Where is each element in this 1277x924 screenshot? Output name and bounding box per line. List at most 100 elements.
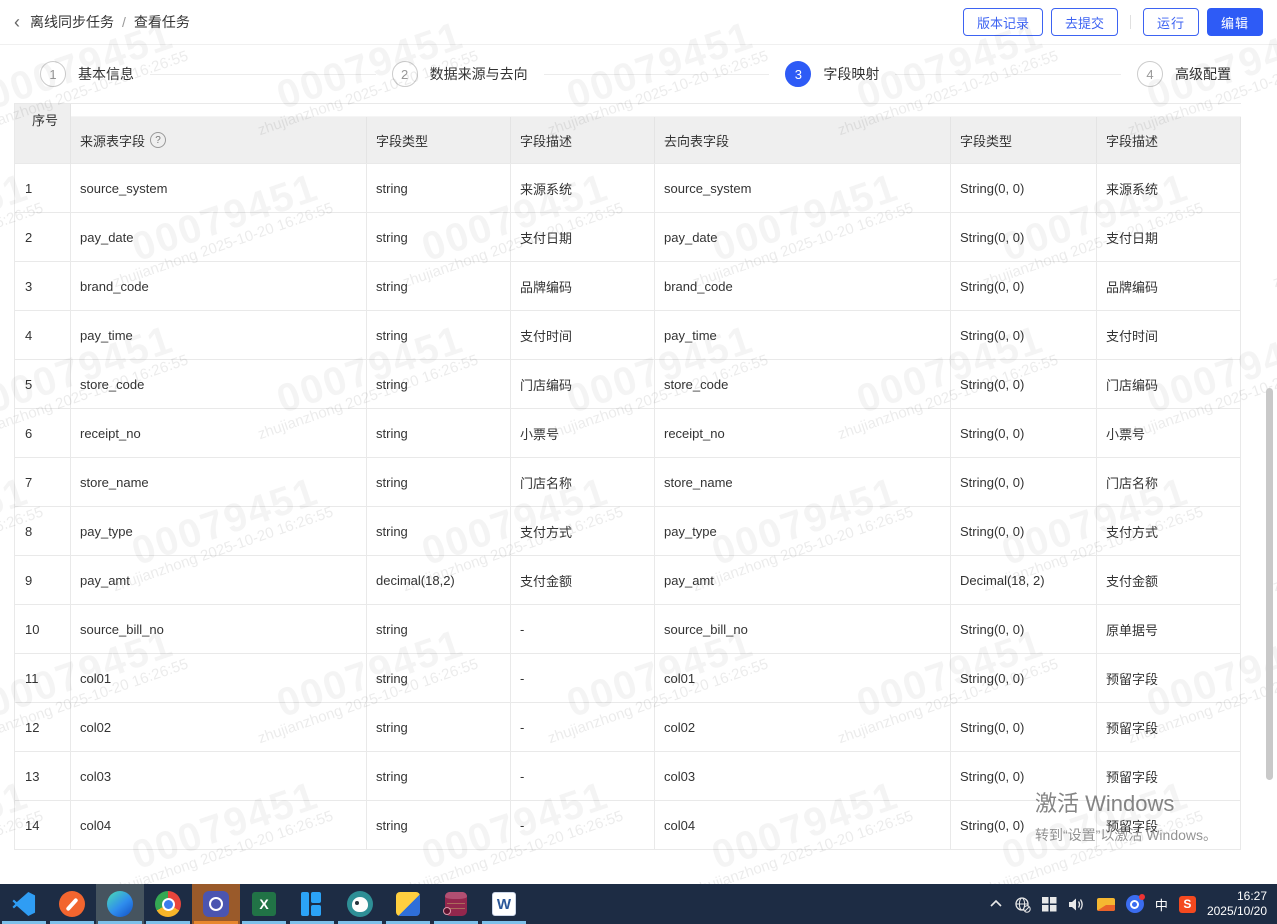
cell-src_field: source_system <box>71 164 367 212</box>
edit-button[interactable]: 编辑 <box>1206 8 1263 36</box>
step-4-label: 高级配置 <box>1175 66 1232 82</box>
col-header-target-desc: 字段描述 <box>1097 117 1241 163</box>
chrome-icon[interactable] <box>144 884 192 924</box>
run-button[interactable]: 运行 <box>1142 8 1199 36</box>
cell-src_desc: 支付金额 <box>511 556 655 604</box>
index-column-header: 序号 <box>15 104 71 164</box>
word-icon[interactable]: W <box>480 884 528 924</box>
task-view-icon[interactable] <box>1041 896 1057 912</box>
cell-dst_field: col04 <box>655 801 951 849</box>
cell-dst_field: source_bill_no <box>655 605 951 653</box>
cell-dst_field: col02 <box>655 703 951 751</box>
cell-dst_field: store_name <box>655 458 951 506</box>
sogou-icon[interactable]: S <box>1178 895 1196 913</box>
cell-dst_desc: 支付日期 <box>1097 213 1241 261</box>
cell-src_desc: 小票号 <box>511 409 655 457</box>
table-row: 4 pay_time string 支付时间 pay_time String(0, 0) 支… <box>15 311 1241 360</box>
step-field-mapping[interactable]: 3 字段映射 <box>785 61 879 87</box>
volume-icon[interactable] <box>1068 897 1086 912</box>
table-row: 13 col03 string - col03 String(0, 0) 预留字段 <box>15 752 1241 801</box>
breadcrumb-item-tasks[interactable]: 离线同步任务 <box>30 12 114 32</box>
yellow-app-icon[interactable] <box>384 884 432 924</box>
cell-src_field: store_name <box>71 458 367 506</box>
vertical-scrollbar[interactable] <box>1266 388 1273 780</box>
cell-dst_desc: 品牌编码 <box>1097 262 1241 310</box>
table-row: 10 source_bill_no string - source_bill_no Str… <box>15 605 1241 654</box>
excel-icon[interactable]: X <box>240 884 288 924</box>
version-history-button[interactable]: 版本记录 <box>962 8 1043 36</box>
vscode-icon[interactable] <box>0 884 48 924</box>
cell-no: 14 <box>15 801 71 849</box>
step-source-target[interactable]: 2 数据来源与去向 <box>391 61 528 87</box>
field-mapping-table: 序号 来源表字段 ? 字段类型 字段描述 去向表字段 字段类型 字段描述 1 so… <box>14 103 1241 850</box>
messenger-icon[interactable] <box>1125 894 1145 913</box>
cell-src_field: source_bill_no <box>71 605 367 653</box>
cell-dst_desc: 预留字段 <box>1097 654 1241 702</box>
orange-editor-icon[interactable] <box>48 884 96 924</box>
ime-indicator[interactable]: 中 <box>1155 895 1168 914</box>
cell-no: 12 <box>15 703 71 751</box>
cell-dst_desc: 预留字段 <box>1097 752 1241 800</box>
table-header: 序号 来源表字段 ? 字段类型 字段描述 去向表字段 字段类型 字段描述 <box>15 104 1241 164</box>
step-basic-info[interactable]: 1 基本信息 <box>40 61 134 87</box>
cell-dst_field: col03 <box>655 752 951 800</box>
cell-dst_type: String(0, 0) <box>951 164 1097 212</box>
cell-no: 10 <box>15 605 71 653</box>
step-advanced-config[interactable]: 4 高级配置 <box>1137 61 1231 87</box>
cell-dst_desc: 来源系统 <box>1097 164 1241 212</box>
cell-dst_type: String(0, 0) <box>951 507 1097 555</box>
col-header-source-type: 字段类型 <box>367 117 511 163</box>
cell-src_type: string <box>367 458 511 506</box>
step-2-label: 数据来源与去向 <box>429 66 528 82</box>
step-4-circle: 4 <box>1137 61 1164 87</box>
clock-date: 2025/10/20 <box>1206 904 1267 918</box>
cell-src_field: pay_amt <box>71 556 367 604</box>
database-tool-icon[interactable] <box>432 884 480 924</box>
cell-dst_field: store_code <box>655 360 951 408</box>
cell-dst_desc: 原单据号 <box>1097 605 1241 653</box>
help-icon[interactable]: ? <box>150 132 167 148</box>
cell-src_field: pay_type <box>71 507 367 555</box>
cell-src_field: pay_time <box>71 311 367 359</box>
cell-src_type: string <box>367 605 511 653</box>
cell-dst_type: String(0, 0) <box>951 605 1097 653</box>
cell-dst_field: pay_amt <box>655 556 951 604</box>
cell-dst_field: brand_code <box>655 262 951 310</box>
cell-no: 13 <box>15 752 71 800</box>
submit-button[interactable]: 去提交 <box>1050 8 1118 36</box>
cell-dst_field: pay_type <box>655 507 951 555</box>
cell-dst_field: col01 <box>655 654 951 702</box>
table-row: 1 source_system string 来源系统 source_system Str… <box>15 164 1241 213</box>
pet-app-icon[interactable] <box>336 884 384 924</box>
cell-src_desc: 品牌编码 <box>511 262 655 310</box>
step-connector <box>150 73 376 75</box>
cell-src_type: string <box>367 409 511 457</box>
network-icon[interactable] <box>1014 896 1031 913</box>
cell-dst_type: String(0, 0) <box>951 360 1097 408</box>
cell-dst_desc: 小票号 <box>1097 409 1241 457</box>
cell-dst_type: String(0, 0) <box>951 703 1097 751</box>
cell-dst_field: pay_date <box>655 213 951 261</box>
breadcrumb-item-view: 查看任务 <box>133 14 190 30</box>
breadcrumb-separator: / <box>122 14 126 30</box>
cell-src_desc: - <box>511 605 655 653</box>
breadcrumb: ‹ 离线同步任务 / 查看任务 <box>14 12 190 32</box>
sync-app-icon[interactable] <box>192 884 240 924</box>
mail-icon[interactable] <box>1096 897 1115 911</box>
taskbar-clock[interactable]: 16:27 2025/10/20 <box>1207 889 1267 919</box>
col-header-source-desc: 字段描述 <box>511 117 655 163</box>
edge-icon[interactable] <box>96 884 144 924</box>
cell-src_desc: 支付方式 <box>511 507 655 555</box>
cell-src_desc: - <box>511 654 655 702</box>
step-connector <box>895 73 1122 75</box>
cell-dst_field: source_system <box>655 164 951 212</box>
files-app-icon[interactable] <box>288 884 336 924</box>
col-header-source-field: 来源表字段 ? <box>71 117 367 163</box>
cell-dst_desc: 门店编码 <box>1097 360 1241 408</box>
cell-dst_type: String(0, 0) <box>951 752 1097 800</box>
cell-src_field: col03 <box>71 752 367 800</box>
tray-expand-icon[interactable] <box>989 899 1003 909</box>
back-chevron-icon[interactable]: ‹ <box>14 13 20 31</box>
cell-src_desc: 来源系统 <box>511 164 655 212</box>
cell-src_desc: - <box>511 752 655 800</box>
